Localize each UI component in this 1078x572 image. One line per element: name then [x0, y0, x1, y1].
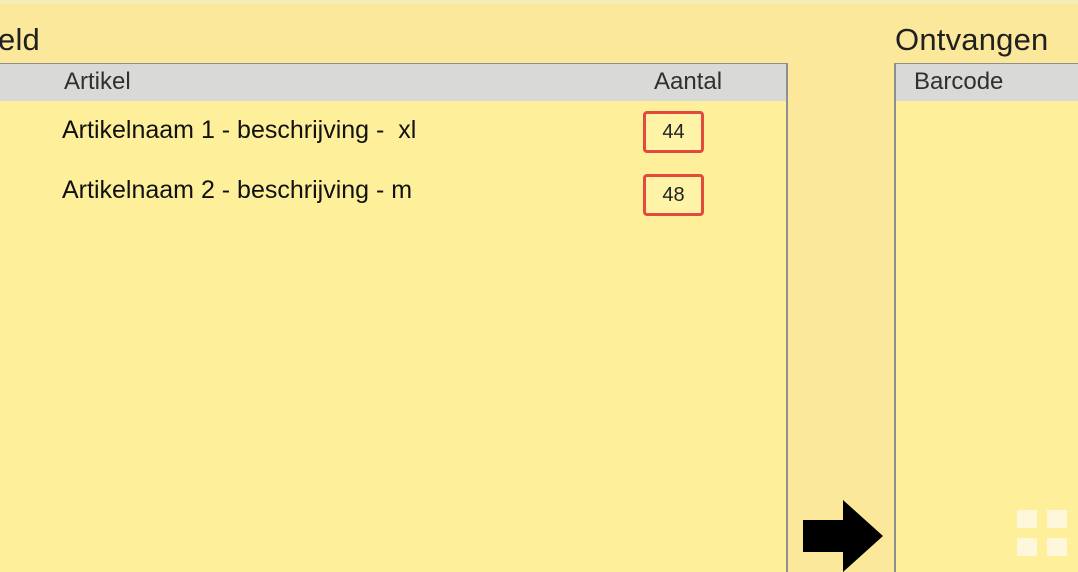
aantal-column-header: Aantal — [654, 68, 723, 95]
article-row[interactable]: Artikelnaam 2 - beschrijving - m 48 — [0, 170, 786, 220]
left-section-title: eld — [0, 22, 40, 57]
article-name: Artikelnaam 1 - beschrijving - xl — [62, 116, 417, 144]
article-list-panel: Artikel Aantal Artikelnaam 1 - beschrijv… — [0, 63, 788, 572]
article-name: Artikelnaam 2 - beschrijving - m — [62, 176, 413, 204]
received-panel: Barcode — [894, 63, 1078, 572]
article-list-header: Artikel Aantal — [0, 64, 786, 101]
arrow-right-icon-svg — [803, 500, 883, 572]
grid-icon[interactable] — [1017, 510, 1069, 558]
received-header: Barcode — [896, 64, 1078, 101]
right-section-title: Ontvangen — [895, 22, 1049, 57]
screen: eld Ontvangen Artikel Aantal Artikelnaam… — [0, 0, 1078, 572]
quantity-input[interactable]: 48 — [643, 174, 704, 216]
quantity-input[interactable]: 44 — [643, 111, 704, 153]
artikel-column-header: Artikel — [64, 68, 131, 95]
article-row[interactable]: Artikelnaam 1 - beschrijving - xl 44 — [0, 106, 786, 156]
top-strip — [0, 0, 1078, 4]
arrow-right-icon[interactable] — [803, 500, 883, 572]
barcode-column-header: Barcode — [914, 68, 1004, 95]
grid-icon-svg — [1017, 510, 1067, 556]
